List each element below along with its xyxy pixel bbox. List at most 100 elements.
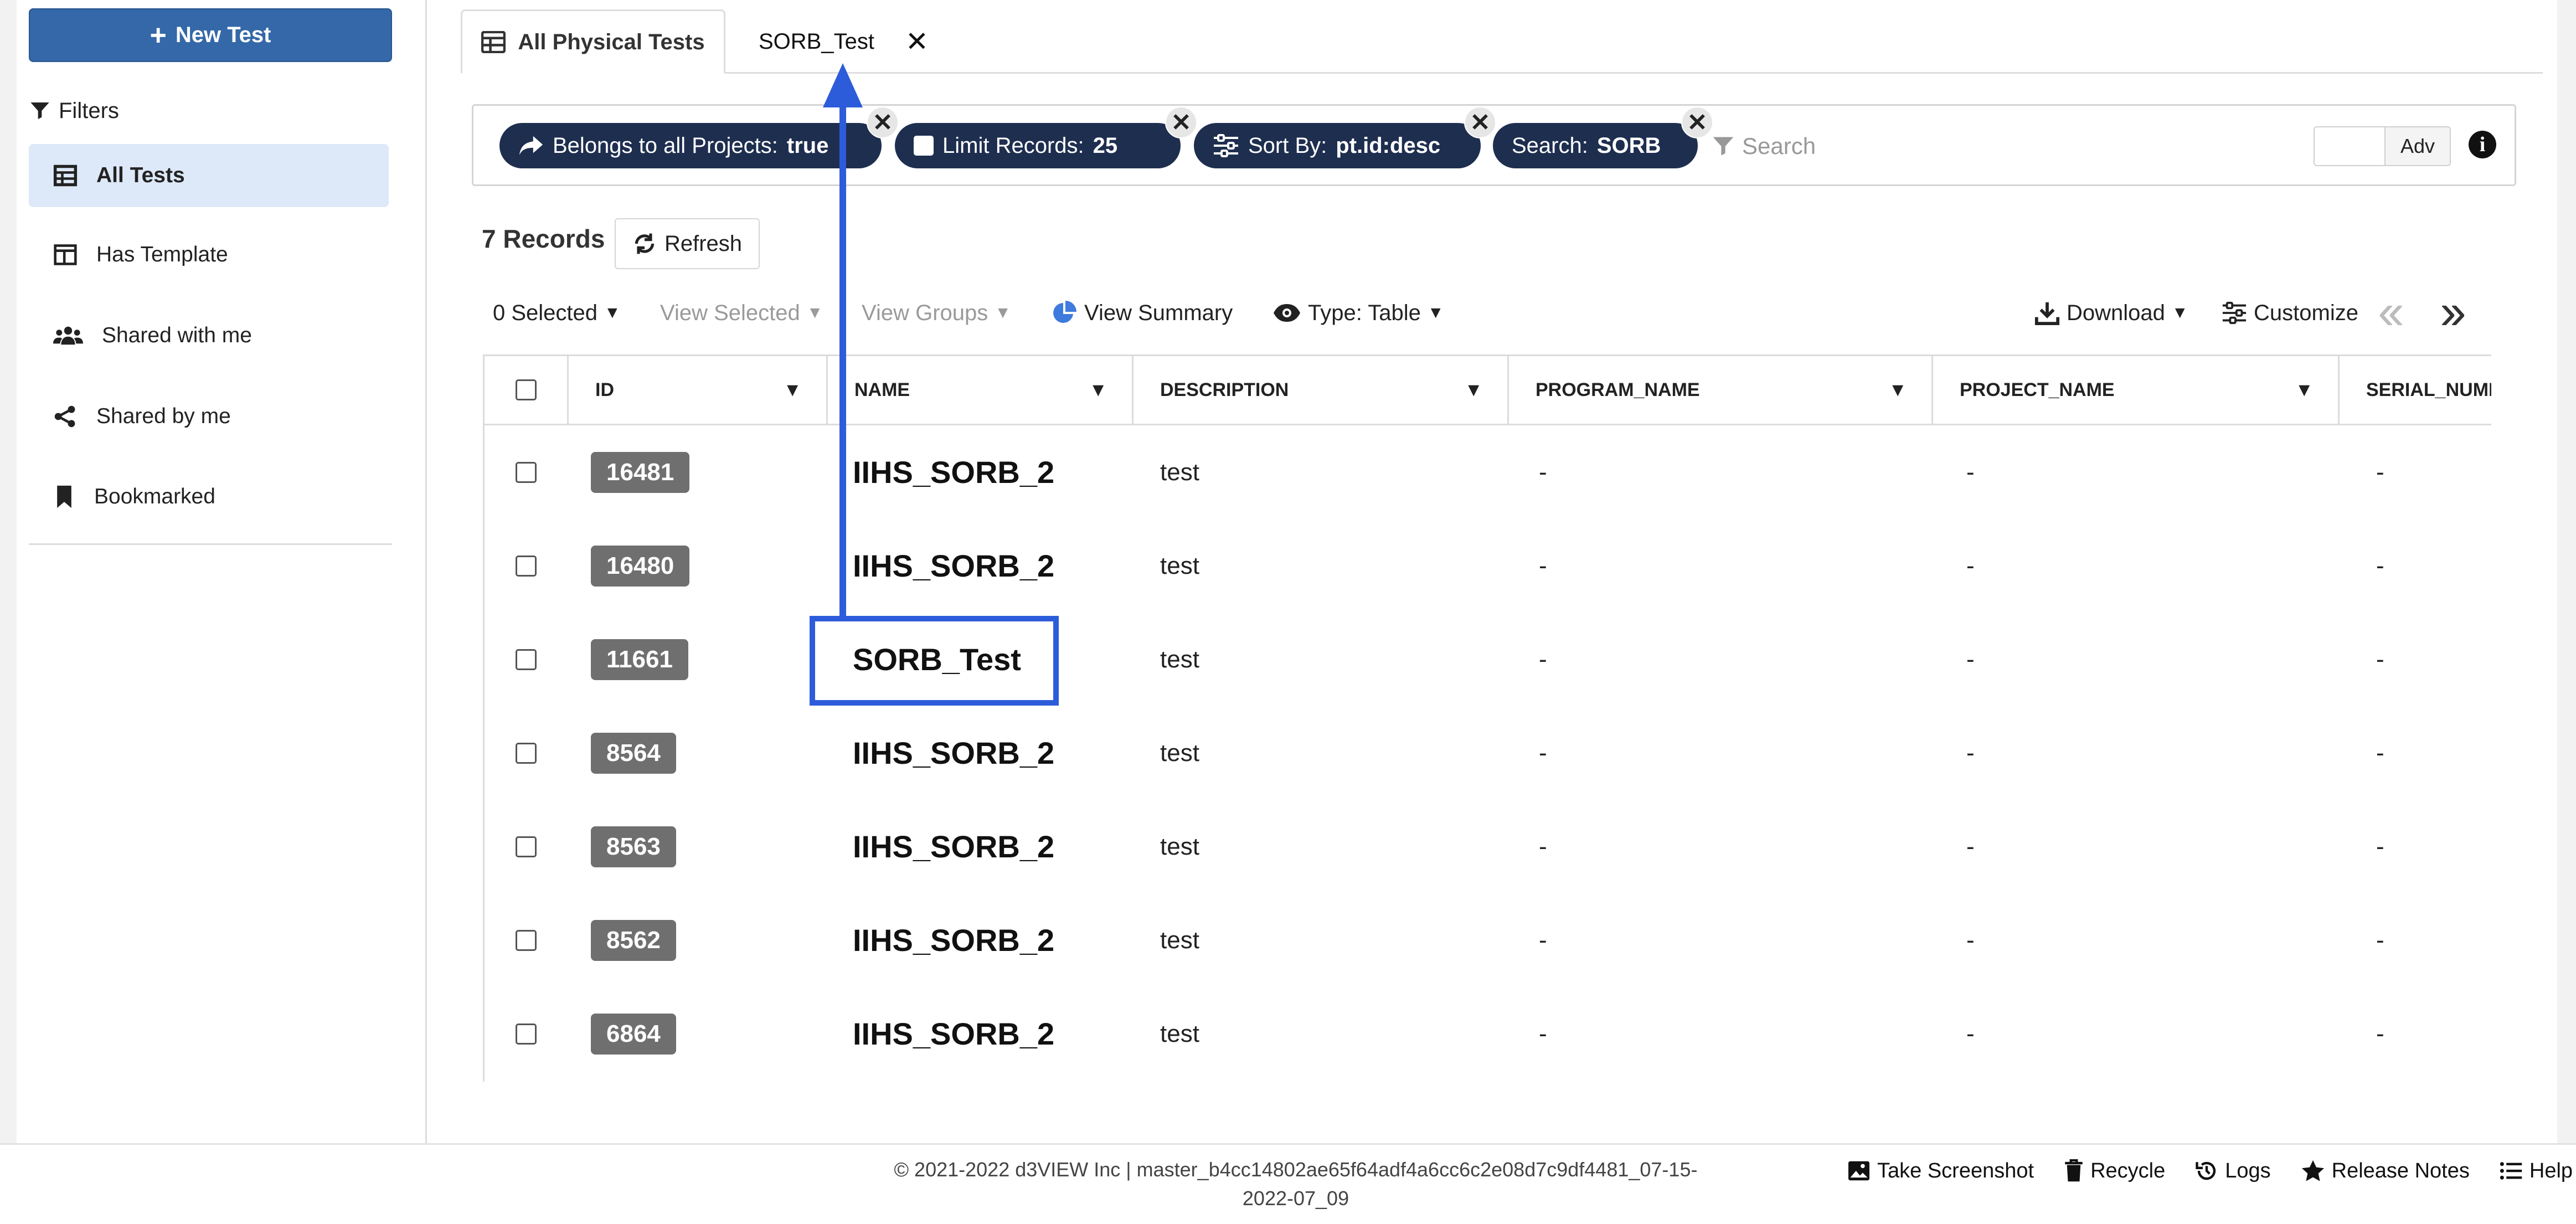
sidebar-item-shared-by-me[interactable]: Shared by me [29,385,389,448]
tab-all-physical-tests[interactable]: All Physical Tests [461,9,725,73]
column-label: ID [595,379,614,400]
sidebar-item-all-tests[interactable]: All Tests [29,144,389,207]
customize-label: Customize [2254,300,2358,325]
name-cell[interactable]: IIHS_SORB_2 [853,425,1054,519]
annotation-arrow [839,104,846,618]
table-icon [53,164,78,187]
sidebar-item-has-template[interactable]: Has Template [29,223,389,286]
row-checkbox[interactable] [516,461,537,483]
caret-down-icon[interactable]: ▼ [783,379,802,401]
program-name-cell: - [1539,926,1547,954]
type-dropdown[interactable]: Type: Table ▼ [1272,296,1444,330]
column-header-project-name[interactable]: PROJECT_NAME ▼ [1933,356,2340,424]
column-header-name[interactable]: NAME ▼ [828,356,1134,424]
id-badge[interactable]: 11661 [591,639,688,680]
column-header-program-name[interactable]: PROGRAM_NAME ▼ [1509,356,1933,424]
name-cell[interactable]: IIHS_SORB_2 [853,893,1054,987]
type-label: Type: Table [1308,300,1421,325]
row-checkbox[interactable] [516,929,537,951]
description-cell: test [1160,645,1199,673]
sidebar-item-shared-with-me[interactable]: Shared with me [29,304,389,367]
selected-dropdown[interactable]: 0 Selected ▼ [493,296,621,330]
scroll-left-icon[interactable]: ‹‹ [2378,287,2404,337]
release-notes-link[interactable]: Release Notes [2301,1159,2470,1183]
program-name-cell: - [1539,832,1547,860]
table-row[interactable]: 16481 IIHS_SORB_2 test - - - [485,425,2491,519]
refresh-button[interactable]: Refresh [615,218,760,269]
remove-filter-sort-icon[interactable]: ✕ [1464,106,1496,138]
table-row[interactable]: 8563 IIHS_SORB_2 test - - - [485,800,2491,893]
scroll-right-icon[interactable]: ›› [2440,287,2466,337]
name-cell[interactable]: IIHS_SORB_2 [853,519,1054,613]
download-dropdown[interactable]: Download ▼ [2034,296,2188,330]
caret-down-icon[interactable]: ▼ [1464,379,1483,401]
name-cell[interactable]: IIHS_SORB_2 [853,706,1054,800]
table-row[interactable]: 11661 SORB_Test test - - - [485,613,2491,706]
column-label: PROJECT_NAME [1960,379,2115,400]
sidebar-item-bookmarked[interactable]: Bookmarked [29,465,389,528]
row-checkbox[interactable] [516,836,537,857]
serial-number-cell: - [2376,645,2384,673]
name-cell[interactable]: IIHS_SORB_2 [853,987,1054,1081]
caret-down-icon: ▼ [2171,304,2188,322]
table-row[interactable]: 6864 IIHS_SORB_2 test - - - [485,987,2491,1081]
caret-down-icon: ▼ [1427,304,1444,322]
project-name-cell: - [1966,926,1975,954]
close-icon[interactable]: ✕ [905,28,929,55]
tab-underline [725,72,2543,74]
copyright-text: © 2021-2022 d3VIEW Inc | master_b4cc1480… [886,1155,1706,1213]
search-box[interactable] [1711,128,2242,164]
filter-pill-search[interactable]: Search: SORB [1493,123,1698,168]
adv-input[interactable] [2315,127,2386,165]
row-checkbox[interactable] [516,555,537,577]
take-screenshot-link[interactable]: Take Screenshot [1847,1159,2034,1183]
serial-number-cell: - [2376,552,2384,579]
adv-button[interactable]: Adv [2386,127,2450,165]
sliders-icon [2222,301,2247,325]
id-badge[interactable]: 8562 [591,919,676,961]
table-row[interactable]: 16480 IIHS_SORB_2 test - - - [485,519,2491,613]
row-checkbox[interactable] [516,1023,537,1045]
id-badge[interactable]: 16481 [591,451,690,493]
name-cell[interactable]: IIHS_SORB_2 [853,800,1054,893]
view-summary-label: View Summary [1084,300,1233,325]
view-selected-dropdown[interactable]: View Selected ▼ [660,296,823,330]
help-link[interactable]: Help [2500,1159,2573,1183]
select-all-checkbox[interactable] [515,379,537,400]
row-checkbox[interactable] [516,742,537,764]
users-icon [53,326,83,345]
search-input[interactable] [1741,132,2242,160]
id-badge[interactable]: 16480 [591,545,690,587]
caret-down-icon[interactable]: ▼ [1089,379,1107,401]
recycle-link[interactable]: Recycle [2064,1159,2165,1183]
id-badge[interactable]: 8563 [591,826,676,867]
column-header-serial-number[interactable]: SERIAL_NUMBER [2340,356,2491,424]
pill-value: 25 [1093,133,1118,158]
table-row[interactable]: 8562 IIHS_SORB_2 test - - - [485,893,2491,987]
table-row[interactable]: 8564 IIHS_SORB_2 test - - - [485,706,2491,800]
view-groups-dropdown[interactable]: View Groups ▼ [862,296,1011,330]
remove-filter-search-icon[interactable]: ✕ [1681,106,1713,138]
new-test-button[interactable]: + New Test [29,8,392,62]
filter-pill-projects[interactable]: Belongs to all Projects: true [499,123,882,168]
tab-sorb-test[interactable]: SORB_Test ✕ [759,22,929,61]
id-badge[interactable]: 8564 [591,732,676,774]
customize-button[interactable]: Customize [2222,296,2358,330]
view-summary-button[interactable]: View Summary [1051,296,1233,330]
column-header-id[interactable]: ID ▼ [569,356,828,424]
records-count: 7 Records [482,224,605,253]
filter-pill-limit[interactable]: Limit Records: 25 [895,123,1181,168]
tab-label: All Physical Tests [518,29,705,54]
logs-link[interactable]: Logs [2195,1159,2271,1183]
caret-down-icon[interactable]: ▼ [2295,379,2314,401]
remove-filter-limit-icon[interactable]: ✕ [1165,106,1197,138]
column-header-description[interactable]: DESCRIPTION ▼ [1134,356,1509,424]
row-checkbox[interactable] [516,649,537,670]
id-badge[interactable]: 6864 [591,1013,676,1055]
caret-down-icon[interactable]: ▼ [1888,379,1907,401]
remove-filter-projects-icon[interactable]: ✕ [867,106,899,138]
filter-pill-sort[interactable]: Sort By: pt.id:desc [1194,123,1481,168]
info-icon[interactable]: i [2469,131,2496,158]
program-name-cell: - [1539,458,1547,486]
pie-chart-icon [1053,301,1076,323]
